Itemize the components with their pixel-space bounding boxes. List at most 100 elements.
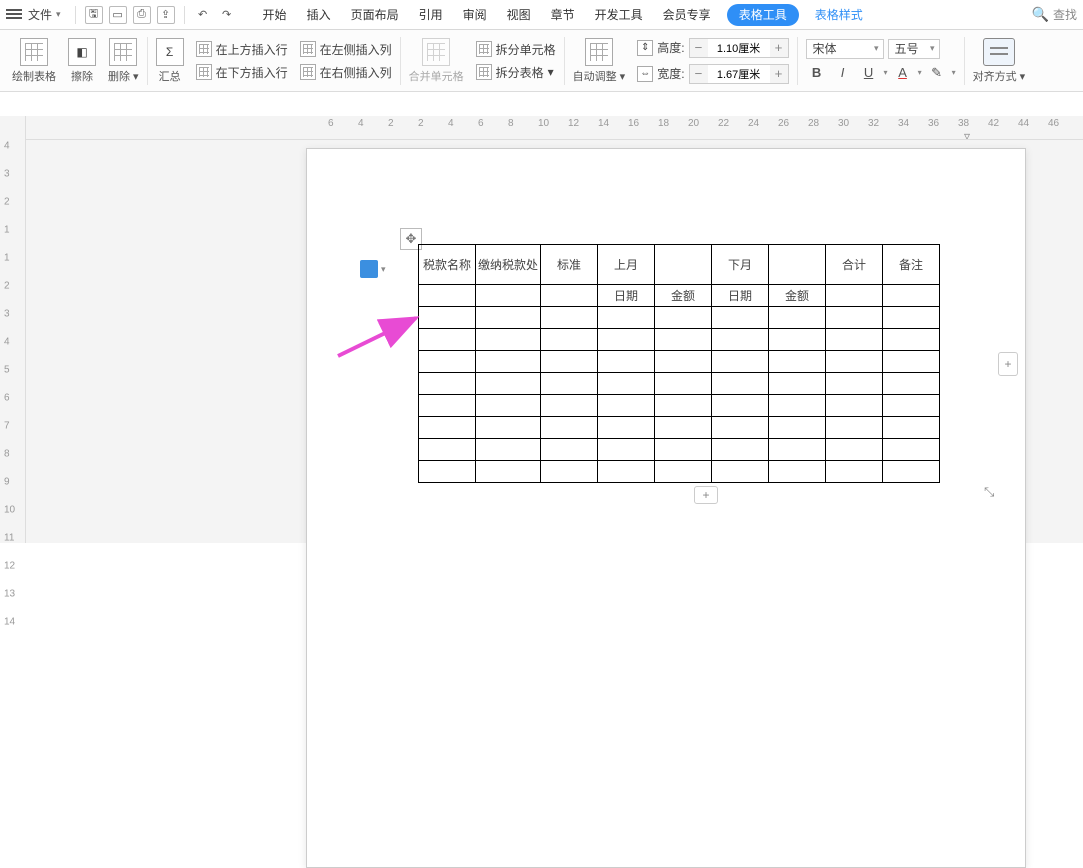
table-cell[interactable] (598, 329, 655, 351)
table-cell[interactable] (476, 373, 541, 395)
table-header-cell[interactable]: 日期 (712, 285, 769, 307)
menu-icon[interactable] (6, 9, 22, 21)
table-cell[interactable] (826, 329, 883, 351)
width-spinner[interactable]: − + (689, 64, 789, 84)
table-cell[interactable] (419, 461, 476, 483)
horizontal-ruler[interactable]: 6422468101214161820222426283032343638424… (26, 116, 1083, 140)
alignment-button[interactable]: 对齐方式 ▾ (967, 38, 1032, 84)
table-row[interactable] (419, 395, 940, 417)
table-cell[interactable] (883, 329, 940, 351)
table-cell[interactable] (541, 285, 598, 307)
table-cell[interactable] (598, 417, 655, 439)
split-table-button[interactable]: 拆分表格 ▾ (476, 64, 554, 81)
table-cell[interactable] (883, 439, 940, 461)
table-row[interactable] (419, 417, 940, 439)
tab-insert[interactable]: 插入 (297, 0, 341, 30)
table-cell[interactable] (883, 285, 940, 307)
underline-button[interactable]: U (858, 63, 880, 83)
table-cell[interactable] (476, 461, 541, 483)
table-cell[interactable] (541, 417, 598, 439)
table-row[interactable] (419, 373, 940, 395)
table-cell[interactable] (419, 373, 476, 395)
table-header-cell[interactable]: 标准 (541, 245, 598, 285)
table-header-cell[interactable]: 下月 (712, 245, 769, 285)
autofit-button[interactable]: 自动调整 ▾ (567, 32, 632, 89)
table-cell[interactable] (598, 439, 655, 461)
undo-icon[interactable]: ↶ (194, 6, 212, 24)
table-cell[interactable] (712, 417, 769, 439)
table-row[interactable]: 税款名称缴纳税款处标准上月下月合计备注 (419, 245, 940, 285)
summary-button[interactable]: Σ 汇总 (150, 32, 190, 89)
table-cell[interactable] (826, 351, 883, 373)
table-cell[interactable] (655, 373, 712, 395)
table-cell[interactable] (655, 417, 712, 439)
table-header-cell[interactable]: 备注 (883, 245, 940, 285)
table-cell[interactable] (712, 373, 769, 395)
table-cell[interactable] (655, 395, 712, 417)
table-cell[interactable] (419, 307, 476, 329)
height-decrease-button[interactable]: − (690, 39, 708, 57)
paste-options-button[interactable]: ▾ (360, 260, 386, 278)
table-cell[interactable] (769, 329, 826, 351)
insert-row-below-button[interactable]: 在下方插入行 (196, 64, 288, 81)
tab-review[interactable]: 审阅 (453, 0, 497, 30)
vertical-ruler[interactable]: 43211234567891011121314 (0, 116, 26, 543)
table-cell[interactable] (476, 351, 541, 373)
document-table[interactable]: 税款名称缴纳税款处标准上月下月合计备注日期金额日期金额 (418, 244, 940, 483)
print-preview-icon[interactable]: ▭ (109, 6, 127, 24)
table-cell[interactable] (476, 307, 541, 329)
font-family-select[interactable]: 宋体 (806, 39, 884, 59)
font-size-select[interactable]: 五号 (888, 39, 940, 59)
table-row[interactable] (419, 351, 940, 373)
italic-button[interactable]: I (832, 63, 854, 83)
table-cell[interactable] (655, 461, 712, 483)
table-row[interactable] (419, 461, 940, 483)
table-cell[interactable] (419, 351, 476, 373)
split-cell-button[interactable]: 拆分单元格 (476, 41, 556, 58)
table-cell[interactable] (826, 395, 883, 417)
insert-col-right-button[interactable]: 在右侧插入列 (300, 64, 392, 81)
table-cell[interactable] (598, 307, 655, 329)
table-cell[interactable] (598, 461, 655, 483)
table-resize-handle-icon[interactable]: ⤡ (984, 484, 994, 500)
table-cell[interactable] (883, 351, 940, 373)
table-cell[interactable] (769, 461, 826, 483)
table-cell[interactable] (419, 395, 476, 417)
table-row[interactable] (419, 439, 940, 461)
merge-cells-button[interactable]: 合并单元格 (403, 32, 470, 89)
table-cell[interactable] (419, 329, 476, 351)
table-cell[interactable] (826, 417, 883, 439)
table-cell[interactable] (598, 351, 655, 373)
table-cell[interactable] (541, 439, 598, 461)
table-header-cell[interactable]: 上月 (598, 245, 655, 285)
table-header-cell[interactable]: 金额 (769, 285, 826, 307)
table-cell[interactable] (655, 439, 712, 461)
insert-col-left-button[interactable]: 在左侧插入列 (300, 41, 392, 58)
bold-button[interactable]: B (806, 63, 828, 83)
table-cell[interactable] (655, 329, 712, 351)
height-input[interactable] (708, 39, 770, 57)
table-cell[interactable] (541, 307, 598, 329)
add-row-button[interactable]: + (694, 486, 718, 504)
draw-table-button[interactable]: 绘制表格 (6, 32, 62, 89)
erase-button[interactable]: ◧ 擦除 (62, 32, 102, 89)
table-cell[interactable] (541, 373, 598, 395)
table-cell[interactable] (541, 351, 598, 373)
tab-table-style[interactable]: 表格样式 (805, 0, 873, 30)
table-cell[interactable] (769, 417, 826, 439)
font-color-button[interactable]: A (892, 63, 914, 83)
width-increase-button[interactable]: + (770, 65, 788, 83)
height-spinner[interactable]: − + (689, 38, 789, 58)
table-cell[interactable] (598, 395, 655, 417)
table-cell[interactable] (476, 285, 541, 307)
table-header-cell[interactable]: 税款名称 (419, 245, 476, 285)
table-cell[interactable] (712, 461, 769, 483)
width-input[interactable] (708, 65, 770, 83)
table-cell[interactable] (655, 307, 712, 329)
table-row[interactable]: 日期金额日期金额 (419, 285, 940, 307)
table-cell[interactable] (476, 417, 541, 439)
table-cell[interactable] (883, 461, 940, 483)
table-cell[interactable] (476, 395, 541, 417)
add-column-button[interactable]: + (998, 352, 1018, 376)
table-cell[interactable] (769, 307, 826, 329)
